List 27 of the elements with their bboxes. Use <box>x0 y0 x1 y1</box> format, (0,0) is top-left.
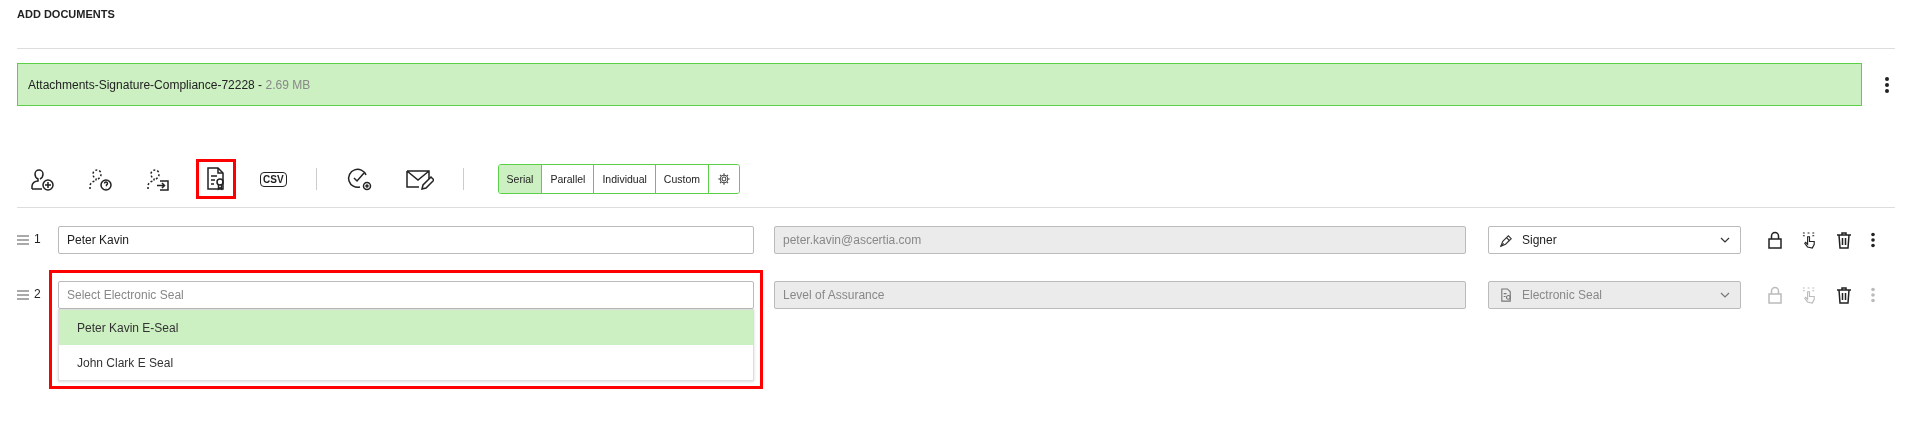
drag-handle-icon[interactable] <box>17 235 29 245</box>
settings-icon <box>717 172 731 186</box>
dropdown-option[interactable]: John Clark E Seal <box>59 345 753 380</box>
more-icon[interactable] <box>1870 232 1876 248</box>
row-number: 2 <box>34 287 42 301</box>
document-bar[interactable]: Attachments-Signature-Compliance-72228 - 2.69 MB <box>17 63 1862 106</box>
tool-button[interactable]: CSV <box>254 159 293 199</box>
row-number: 1 <box>34 232 42 246</box>
section-title: ADD DOCUMENTS <box>17 7 116 22</box>
chevron-down-icon <box>1720 237 1730 243</box>
tool-button[interactable] <box>196 159 236 199</box>
pen-icon <box>1499 232 1514 248</box>
mode-tab[interactable]: Serial <box>498 165 543 193</box>
name-field[interactable]: Peter Kavin <box>58 226 754 254</box>
lock-icon[interactable] <box>1767 231 1783 249</box>
trash-icon[interactable] <box>1836 231 1852 249</box>
role-dropdown[interactable]: Signer <box>1488 226 1741 254</box>
chevron-down-icon <box>1720 292 1730 298</box>
document-seal-icon <box>1499 287 1514 303</box>
csv-icon: CSV <box>260 171 287 187</box>
dropdown-option[interactable]: Peter Kavin E-Seal <box>59 310 753 345</box>
drag-handle-icon[interactable] <box>17 290 29 300</box>
trash-icon[interactable] <box>1836 286 1852 304</box>
more-icon[interactable] <box>1884 75 1890 94</box>
name-field[interactable]: Select Electronic Seal <box>58 281 754 309</box>
hand-grid-icon[interactable] <box>1801 230 1818 250</box>
document-name: Attachments-Signature-Compliance-72228 - 2.69 MB <box>28 77 311 92</box>
